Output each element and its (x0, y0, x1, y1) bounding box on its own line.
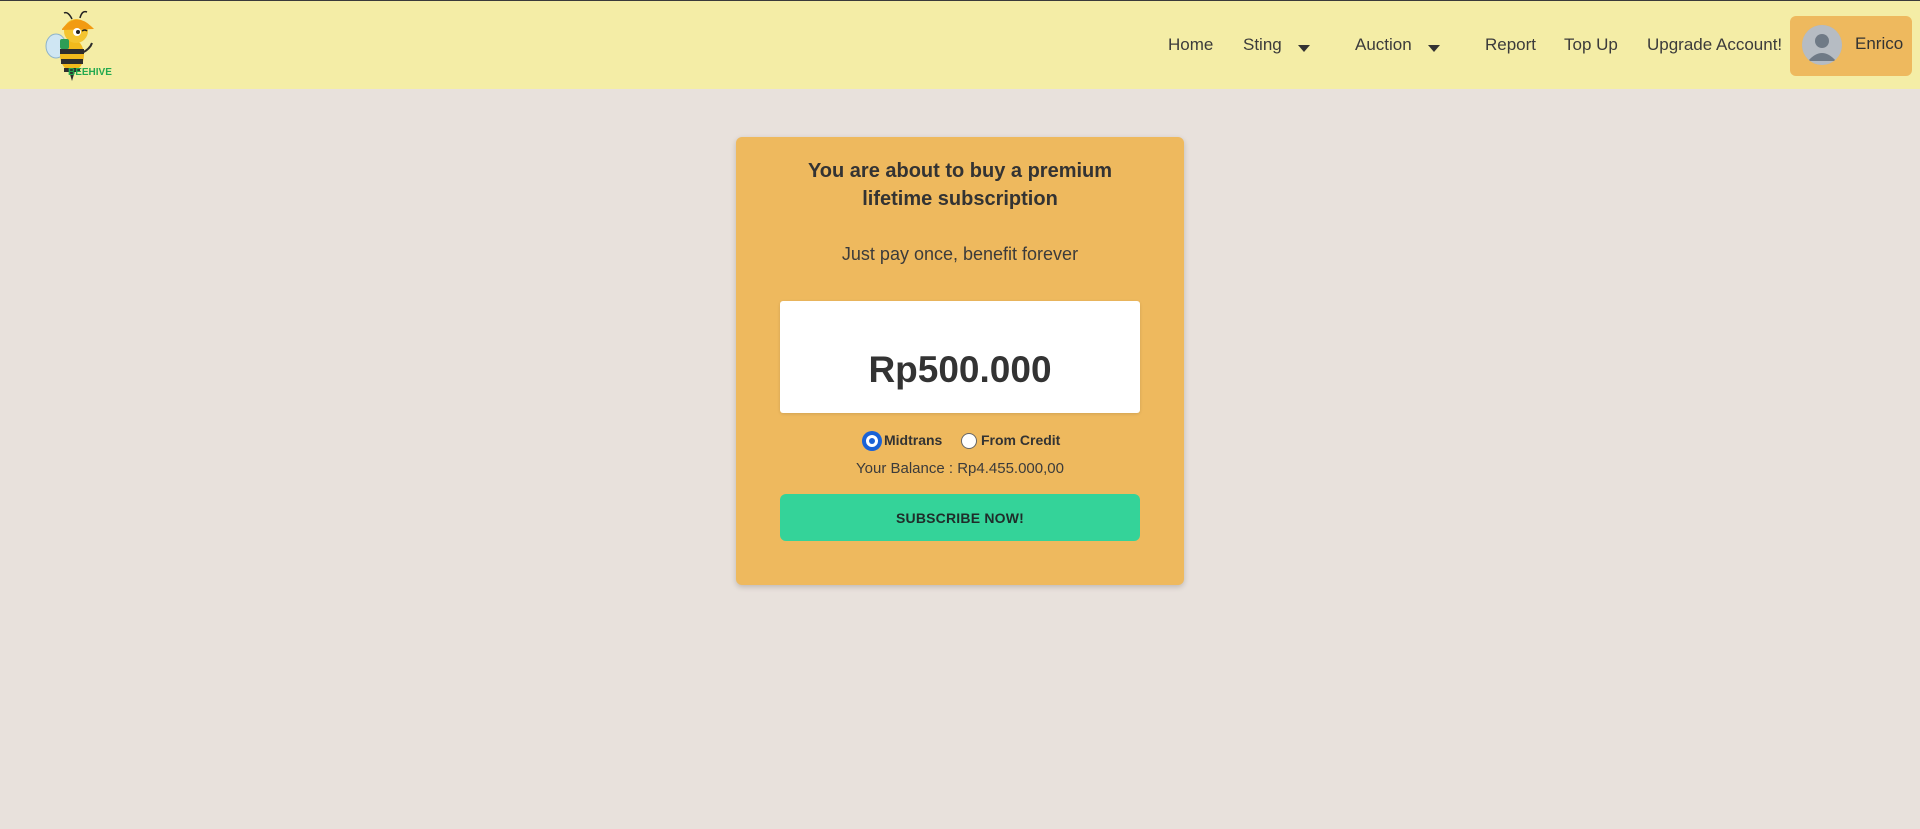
subscribe-button[interactable]: SUBSCRIBE NOW! (780, 494, 1140, 541)
nav-links: Home Sting Auction Report Top Up Upgrade… (0, 1, 1920, 90)
balance-text: Your Balance : Rp4.455.000,00 (856, 460, 1064, 477)
nav-home[interactable]: Home (1168, 35, 1213, 55)
card-title: You are about to buy a premium lifetime … (807, 160, 1113, 210)
navbar: BEEHIVE Home Sting Auction Report Top Up… (0, 0, 1920, 89)
subscription-card: You are about to buy a premium lifetime … (736, 137, 1184, 585)
midtrans-radio[interactable] (864, 433, 880, 449)
nav-sting[interactable]: Sting (1243, 35, 1282, 55)
profile-name: Enrico (1855, 34, 1904, 53)
nav-upgrade-account[interactable]: Upgrade Account! (1647, 35, 1782, 55)
price-value: Rp500.000 (868, 349, 1052, 390)
payment-option-midtrans[interactable]: Midtrans (864, 429, 946, 453)
nav-report[interactable]: Report (1485, 35, 1536, 55)
payment-option-from-credit[interactable]: From Credit (961, 429, 1061, 453)
payment-method-group: Midtrans From Credit (736, 429, 1184, 453)
sting-caret-down-icon[interactable] (1298, 45, 1310, 52)
nav-top-up[interactable]: Top Up (1564, 35, 1618, 55)
user-avatar-icon (1802, 25, 1842, 65)
from-credit-radio[interactable] (961, 433, 977, 449)
card-subtitle: Just pay once, benefit forever (841, 244, 1079, 264)
nav-auction[interactable]: Auction (1355, 35, 1412, 55)
midtrans-label: Midtrans (884, 432, 943, 448)
from-credit-label: From Credit (981, 432, 1061, 448)
price-box: Rp500.000 (780, 301, 1140, 413)
auction-caret-down-icon[interactable] (1428, 45, 1440, 52)
profile-button[interactable]: Enrico (1790, 16, 1912, 76)
